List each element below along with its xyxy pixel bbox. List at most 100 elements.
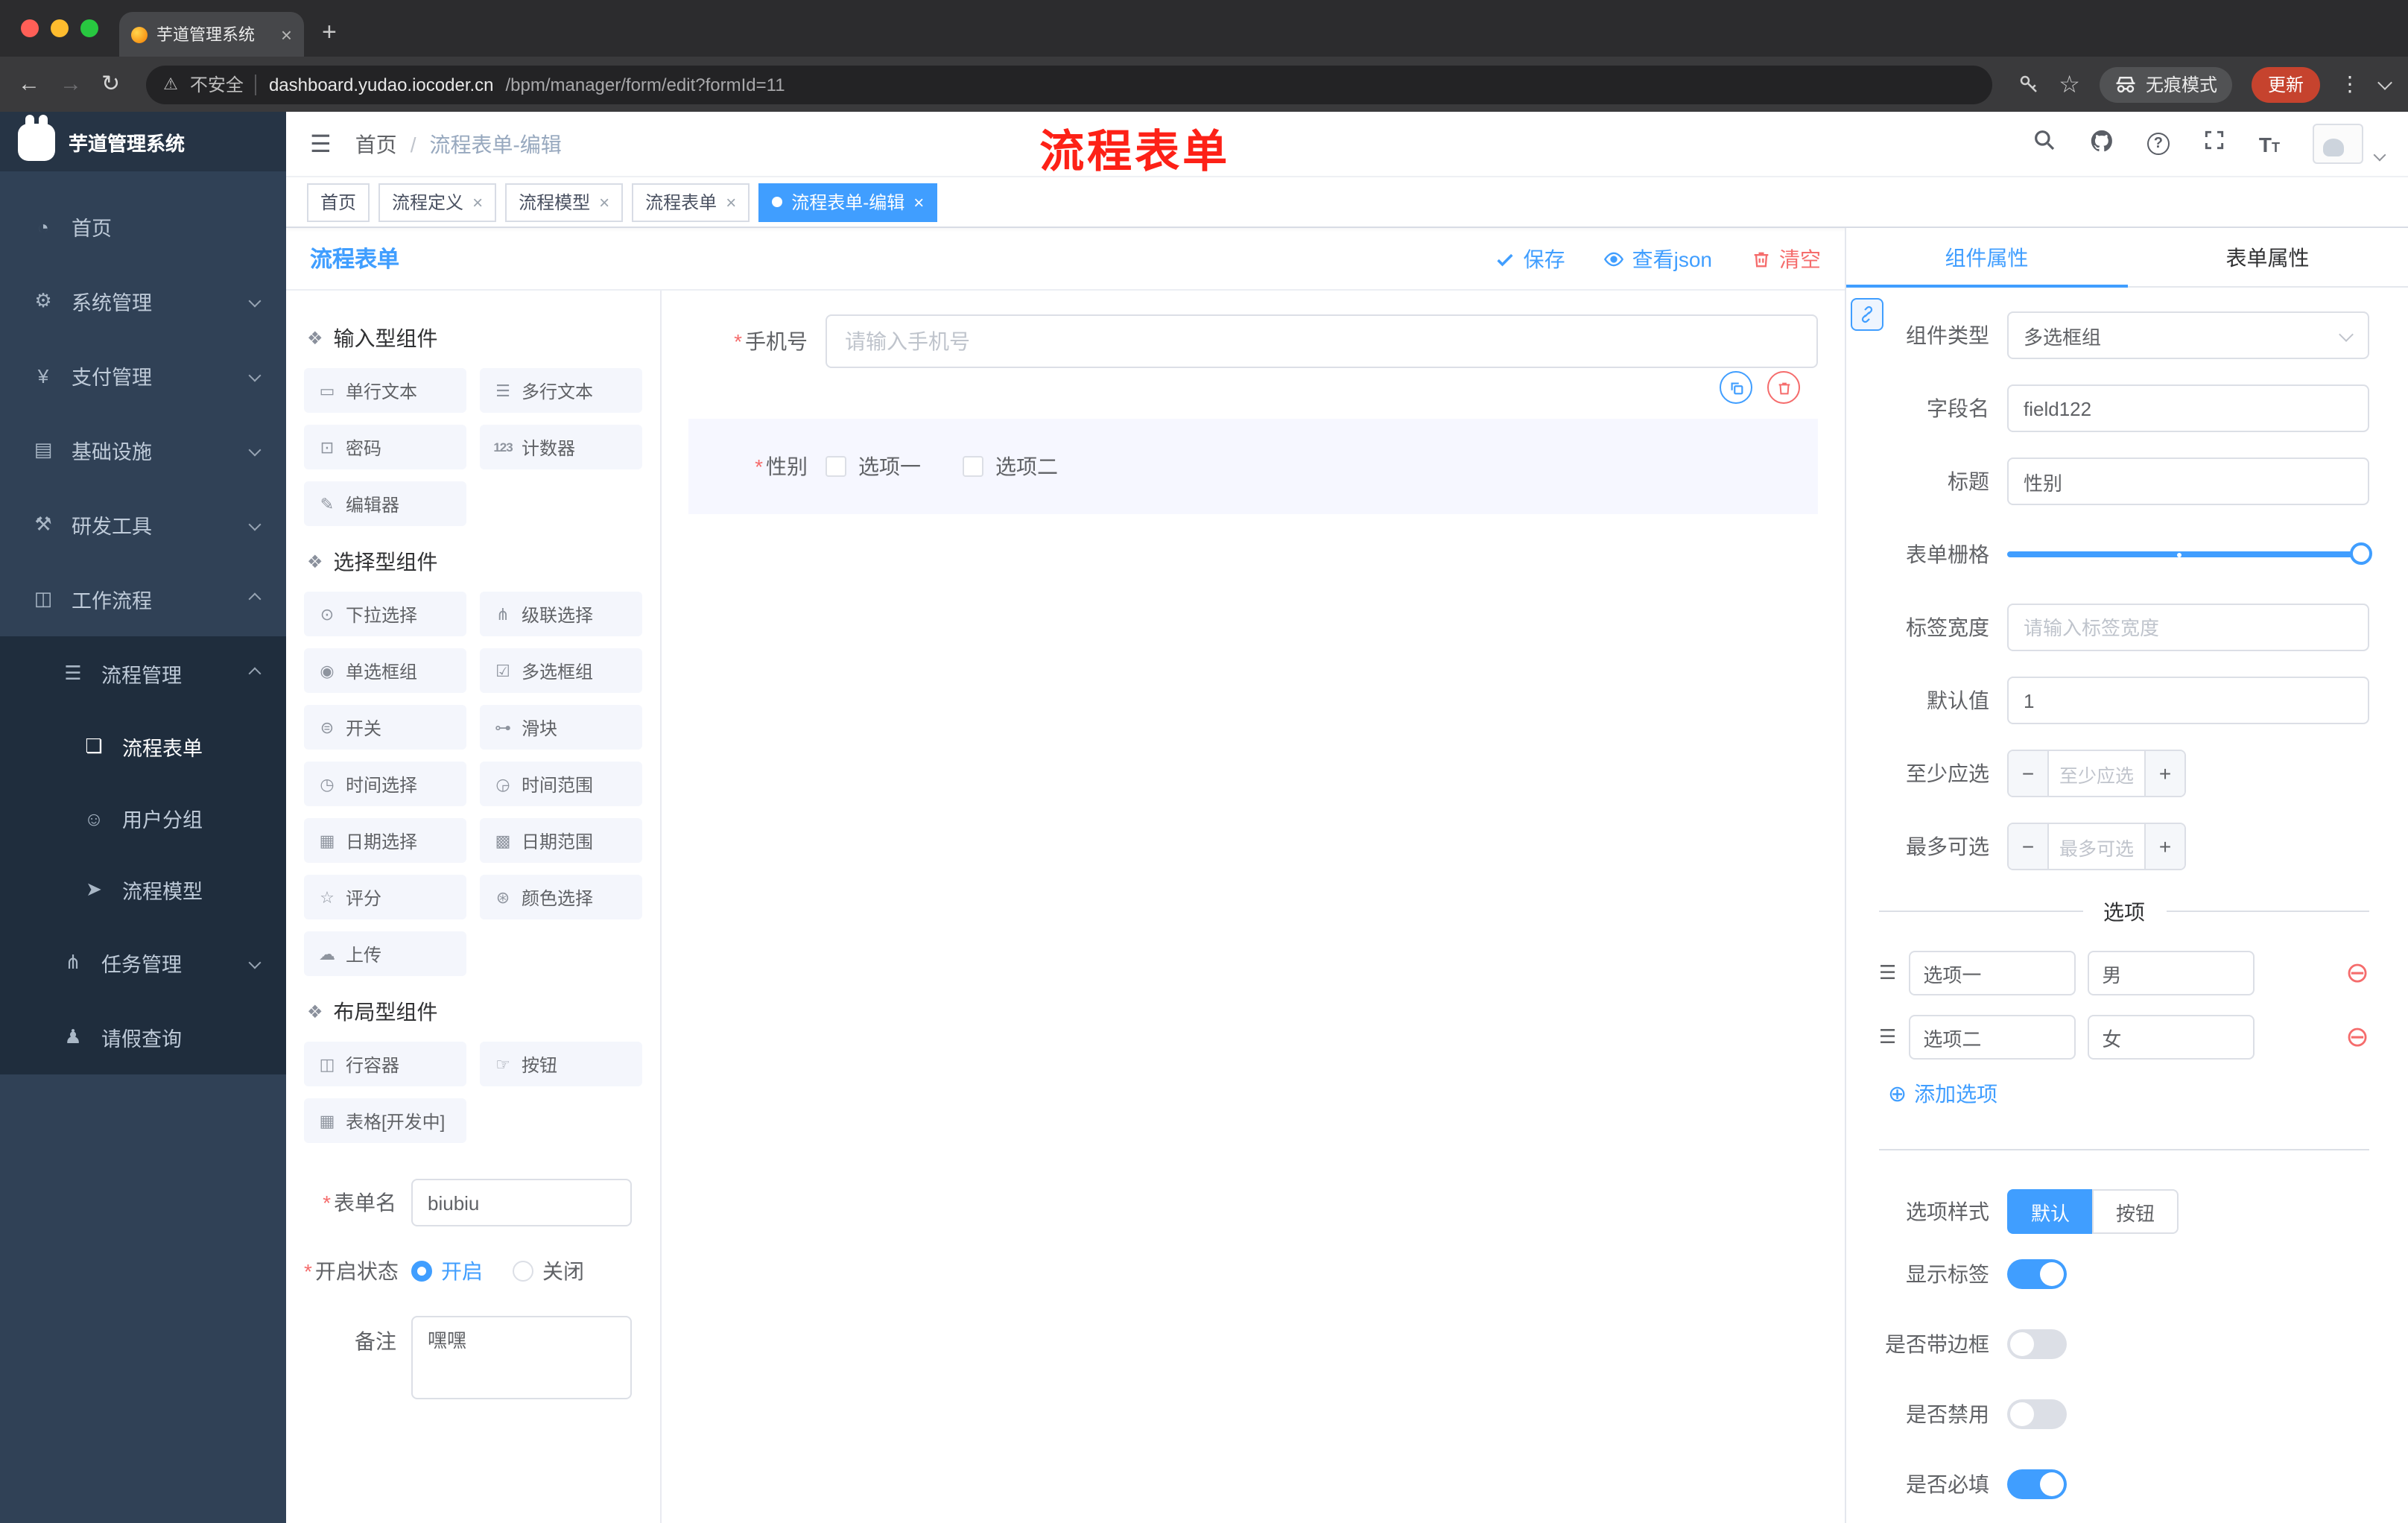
remove-option-icon[interactable]: ⊖ (2345, 1023, 2369, 1051)
palette-item-counter[interactable]: 123 计数器 (480, 425, 642, 469)
disabled-toggle[interactable] (2007, 1399, 2067, 1429)
sidebar-item-user-group[interactable]: ☺ 用户分组 (0, 782, 286, 854)
checkbox-option-1[interactable]: 选项一 (826, 452, 921, 481)
radio-off[interactable]: 关闭 (513, 1256, 584, 1286)
title-input[interactable] (2007, 457, 2369, 505)
clear-button[interactable]: 清空 (1751, 244, 1821, 273)
avatar[interactable] (2313, 124, 2363, 164)
phone-field-row[interactable]: * 手机号 (688, 314, 1818, 368)
minus-button[interactable]: − (2009, 751, 2049, 796)
browser-menu-icon[interactable]: ⋮ (2339, 72, 2360, 97)
palette-item-switch[interactable]: ⊜ 开关 (304, 705, 466, 750)
form-name-input[interactable] (411, 1179, 632, 1226)
sidebar-item-devtools[interactable]: ⚒ 研发工具 (0, 487, 286, 562)
palette-item-time-range[interactable]: ◶ 时间范围 (480, 762, 642, 806)
palette-item-row-container[interactable]: ◫ 行容器 (304, 1042, 466, 1086)
breadcrumb-home[interactable]: 首页 (355, 129, 397, 159)
minimize-window-button[interactable] (51, 19, 69, 37)
label-width-input[interactable] (2007, 604, 2369, 651)
remove-option-icon[interactable]: ⊖ (2345, 959, 2369, 987)
sidebar-item-process-management[interactable]: ☰ 流程管理 (0, 636, 286, 711)
sidebar-item-infrastructure[interactable]: ▤ 基础设施 (0, 413, 286, 487)
tag-home[interactable]: 首页 (307, 183, 370, 221)
palette-item-slider[interactable]: ⊶ 滑块 (480, 705, 642, 750)
show-label-toggle[interactable] (2007, 1259, 2067, 1289)
copy-component-button[interactable] (1720, 371, 1752, 404)
max-select-value[interactable]: 最多可选 (2049, 824, 2144, 869)
radio-on[interactable]: 开启 (411, 1256, 483, 1286)
password-key-icon[interactable] (2017, 73, 2039, 95)
gender-field-selected[interactable]: * 性别 选项一 选项二 (688, 371, 1818, 514)
palette-item-time-picker[interactable]: ◷ 时间选择 (304, 762, 466, 806)
tag-process-form[interactable]: 流程表单 × (632, 183, 750, 221)
update-button[interactable]: 更新 (2251, 66, 2320, 102)
close-icon[interactable]: × (726, 193, 736, 211)
search-icon[interactable] (2032, 128, 2056, 159)
sidebar-item-leave-query[interactable]: ♟ 请假查询 (0, 1000, 286, 1074)
palette-item-multi-line[interactable]: ☰ 多行文本 (480, 368, 642, 413)
min-select-value[interactable]: 至少应选 (2049, 751, 2144, 796)
avatar-caret-icon[interactable] (2373, 148, 2386, 161)
question-icon[interactable]: ? (2146, 133, 2170, 155)
tag-process-model[interactable]: 流程模型 × (505, 183, 624, 221)
tab-component-props[interactable]: 组件属性 (1846, 228, 2127, 288)
sidebar-item-process-form[interactable]: ❏ 流程表单 (0, 711, 286, 782)
sidebar-item-home[interactable]: ◔ 首页 (0, 189, 286, 264)
sidebar-item-process-model[interactable]: ➤ 流程模型 (0, 854, 286, 925)
close-window-button[interactable] (21, 19, 39, 37)
drag-handle-icon[interactable]: ☰ (1879, 1025, 1896, 1049)
palette-item-password[interactable]: ⊡ 密码 (304, 425, 466, 469)
option-name-input[interactable] (1908, 1015, 2076, 1060)
view-json-button[interactable]: 查看json (1604, 244, 1712, 273)
palette-item-checkbox-group[interactable]: ☑ 多选框组 (480, 648, 642, 693)
option-name-input[interactable] (1908, 951, 2076, 995)
plus-button[interactable]: + (2144, 751, 2184, 796)
field-name-input[interactable] (2007, 384, 2369, 432)
minus-button[interactable]: − (2009, 824, 2049, 869)
drag-handle-icon[interactable]: ☰ (1879, 961, 1896, 985)
save-button[interactable]: 保存 (1495, 244, 1565, 273)
close-tab-icon[interactable]: × (281, 25, 292, 44)
palette-item-cascader[interactable]: ⋔ 级联选择 (480, 592, 642, 636)
github-icon[interactable] (2089, 127, 2114, 160)
sidebar-item-system[interactable]: ⚙ 系统管理 (0, 264, 286, 338)
slider-handle[interactable] (2350, 542, 2372, 565)
close-icon[interactable]: × (472, 193, 483, 211)
tag-process-form-edit[interactable]: 流程表单-编辑 × (758, 183, 938, 221)
form-remark-textarea[interactable]: 嘿嘿 (411, 1316, 632, 1399)
option-value-input[interactable] (2087, 951, 2255, 995)
palette-item-table[interactable]: ▦ 表格[开发中] (304, 1098, 466, 1143)
fullscreen-icon[interactable] (2202, 128, 2226, 159)
sidebar-item-payment[interactable]: ¥ 支付管理 (0, 338, 286, 413)
delete-component-button[interactable] (1767, 371, 1800, 404)
style-button-button[interactable]: 按钮 (2092, 1189, 2179, 1234)
chevron-down-icon[interactable] (2377, 75, 2392, 89)
border-toggle[interactable] (2007, 1329, 2067, 1359)
palette-item-editor[interactable]: ✎ 编辑器 (304, 481, 466, 526)
option-value-input[interactable] (2087, 1015, 2255, 1060)
address-bar[interactable]: ⚠ 不安全 dashboard.yudao.iocoder.cn/bpm/man… (145, 65, 1992, 104)
bookmark-star-icon[interactable]: ☆ (2059, 69, 2080, 99)
phone-input[interactable] (826, 314, 1818, 368)
plus-button[interactable]: + (2144, 824, 2184, 869)
palette-item-date-picker[interactable]: ▦ 日期选择 (304, 818, 466, 863)
sidebar-item-workflow[interactable]: ◫ 工作流程 (0, 562, 286, 636)
checkbox-option-2[interactable]: 选项二 (963, 452, 1058, 481)
sidebar-logo[interactable]: 芋道管理系统 (0, 112, 286, 171)
back-button[interactable]: ← (18, 73, 40, 95)
palette-item-color-picker[interactable]: ⊛ 颜色选择 (480, 875, 642, 919)
hamburger-icon[interactable]: ☰ (310, 129, 332, 159)
palette-item-single-line[interactable]: ▭ 单行文本 (304, 368, 466, 413)
link-icon[interactable] (1851, 298, 1883, 331)
palette-item-date-range[interactable]: ▩ 日期范围 (480, 818, 642, 863)
tag-process-definition[interactable]: 流程定义 × (378, 183, 497, 221)
browser-tab[interactable]: 芋道管理系统 × (119, 12, 304, 57)
tab-form-props[interactable]: 表单属性 (2127, 228, 2408, 286)
palette-item-upload[interactable]: ☁ 上传 (304, 931, 466, 976)
palette-item-rate[interactable]: ☆ 评分 (304, 875, 466, 919)
forward-button[interactable]: → (60, 73, 82, 95)
palette-item-radio-group[interactable]: ◉ 单选框组 (304, 648, 466, 693)
sidebar-item-task-management[interactable]: ⋔ 任务管理 (0, 925, 286, 1000)
security-label[interactable]: 不安全 (190, 72, 244, 97)
reload-button[interactable]: ↻ (101, 73, 120, 95)
